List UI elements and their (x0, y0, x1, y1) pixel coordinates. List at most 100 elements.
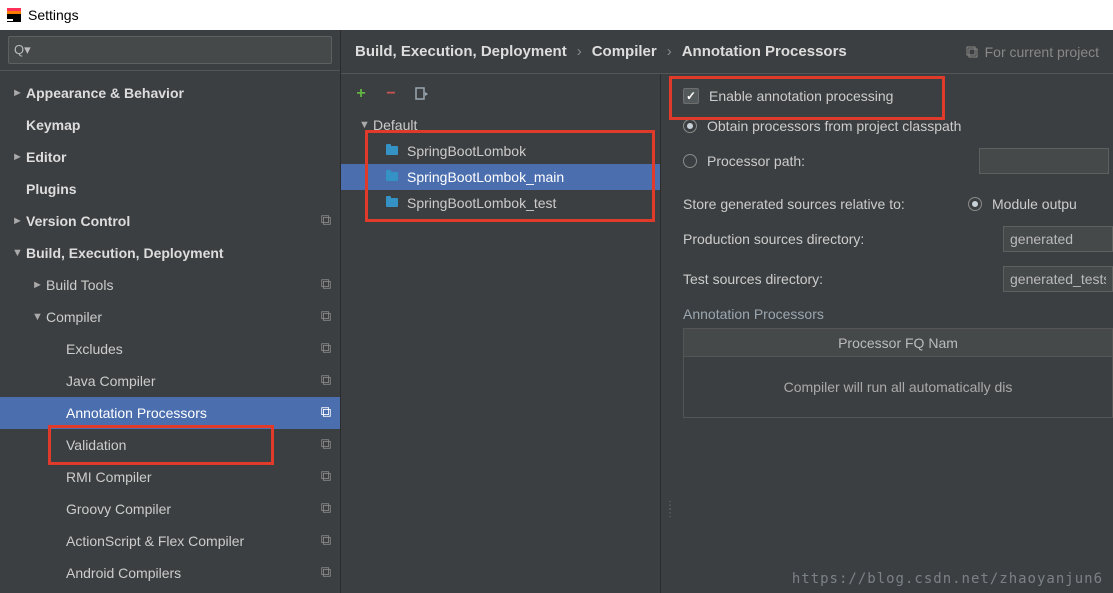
sidebar-item-rmi-compiler[interactable]: RMI Compiler (0, 461, 340, 493)
sidebar-item-actionscript-flex-compiler[interactable]: ActionScript & Flex Compiler (0, 525, 340, 557)
sidebar-item-label: Build, Execution, Deployment (26, 245, 332, 261)
sidebar-item-android-compilers[interactable]: Android Compilers (0, 557, 340, 589)
module-icon (385, 195, 401, 211)
store-relative-label: Store generated sources relative to: (683, 196, 958, 212)
obtain-from-classpath-label: Obtain processors from project classpath (707, 118, 961, 134)
profiles-toolbar: + − (341, 82, 660, 112)
app-icon (6, 7, 22, 23)
copy-icon (320, 310, 332, 325)
titlebar: Settings (0, 0, 1113, 30)
sidebar-item-label: Appearance & Behavior (26, 85, 332, 101)
profiles-panel: + − ▼ Default SpringBootLombok SpringBoot… (341, 74, 661, 593)
settings-sidebar: Q▾ ►Appearance & BehaviorKeymap►EditorPl… (0, 30, 341, 593)
module-output-radio[interactable] (968, 197, 982, 211)
sidebar-item-label: Android Compilers (66, 565, 320, 581)
settings-tree: ►Appearance & BehaviorKeymap►EditorPlugi… (0, 71, 340, 593)
sidebar-item-label: Build Tools (46, 277, 320, 293)
copy-icon (320, 342, 332, 357)
sidebar-item-label: RMI Compiler (66, 469, 320, 485)
sidebar-item-label: Groovy Compiler (66, 501, 320, 517)
obtain-from-classpath-radio[interactable] (683, 119, 697, 133)
sidebar-item-appearance-behavior[interactable]: ►Appearance & Behavior (0, 77, 340, 109)
move-to-profile-button[interactable] (413, 86, 429, 102)
breadcrumb-part[interactable]: Annotation Processors (682, 43, 847, 60)
search-input[interactable] (8, 36, 332, 64)
breadcrumb-part[interactable]: Compiler (592, 43, 657, 60)
copy-icon (320, 534, 332, 549)
chevron-icon: ▼ (12, 247, 26, 259)
add-profile-button[interactable]: + (353, 86, 369, 102)
sidebar-item-label: Java Compiler (66, 373, 320, 389)
sidebar-item-version-control[interactable]: ►Version Control (0, 205, 340, 237)
remove-profile-button[interactable]: − (383, 86, 399, 102)
sidebar-item-label: Version Control (26, 213, 320, 229)
sidebar-item-editor[interactable]: ►Editor (0, 141, 340, 173)
sidebar-item-label: Excludes (66, 341, 320, 357)
chevron-down-icon: ▼ (359, 119, 373, 131)
copy-icon (320, 278, 332, 293)
module-label: SpringBootLombok (407, 143, 526, 159)
copy-icon (965, 45, 979, 59)
processors-column-header[interactable]: Processor FQ Nam (684, 329, 1112, 357)
watermark: https://blog.csdn.net/zhaoyanjun6 (792, 571, 1103, 587)
sidebar-item-build-tools[interactable]: ►Build Tools (0, 269, 340, 301)
test-dir-input[interactable] (1003, 266, 1113, 292)
sidebar-item-label: ActionScript & Flex Compiler (66, 533, 320, 549)
sidebar-item-label: Editor (26, 149, 332, 165)
module-SpringBootLombok_test[interactable]: SpringBootLombok_test (341, 190, 660, 216)
module-icon (385, 169, 401, 185)
module-SpringBootLombok[interactable]: SpringBootLombok (341, 138, 660, 164)
copy-icon (320, 502, 332, 517)
chevron-icon: ► (12, 151, 26, 163)
sidebar-item-keymap[interactable]: Keymap (0, 109, 340, 141)
profile-default[interactable]: ▼ Default (341, 112, 660, 138)
copy-icon (320, 374, 332, 389)
sidebar-item-validation[interactable]: Validation (0, 429, 340, 461)
sidebar-item-label: Compiler (46, 309, 320, 325)
breadcrumb-part[interactable]: Build, Execution, Deployment (355, 43, 567, 60)
sidebar-item-java-compiler[interactable]: Java Compiler (0, 365, 340, 397)
sidebar-item-compiler[interactable]: ▼Compiler (0, 301, 340, 333)
sidebar-item-label: Plugins (26, 181, 332, 197)
sidebar-item-plugins[interactable]: Plugins (0, 173, 340, 205)
sidebar-item-groovy-compiler[interactable]: Groovy Compiler (0, 493, 340, 525)
chevron-icon: ► (32, 279, 46, 291)
processor-path-input[interactable] (979, 148, 1109, 174)
module-output-label: Module outpu (992, 196, 1077, 212)
chevron-icon: ► (12, 215, 26, 227)
project-scope-label: For current project (965, 44, 1099, 60)
breadcrumb: Build, Execution, Deployment › Compiler … (341, 30, 1113, 74)
processor-path-label: Processor path: (707, 153, 969, 169)
module-label: SpringBootLombok_test (407, 195, 556, 211)
module-label: SpringBootLombok_main (407, 169, 564, 185)
chevron-right-icon: › (667, 43, 672, 60)
copy-icon (320, 438, 332, 453)
sidebar-item-build-execution-deployment[interactable]: ▼Build, Execution, Deployment (0, 237, 340, 269)
module-icon (385, 143, 401, 159)
processors-empty-text: Compiler will run all automatically dis (684, 357, 1112, 417)
sidebar-item-excludes[interactable]: Excludes (0, 333, 340, 365)
processors-section-title: Annotation Processors (683, 306, 1113, 322)
resize-grip[interactable]: ⋮⋮⋮⋮⋮⋮ (661, 504, 675, 516)
sidebar-item-label: Annotation Processors (66, 405, 320, 421)
chevron-icon: ► (12, 87, 26, 99)
prod-dir-label: Production sources directory: (683, 231, 958, 247)
sidebar-item-label: Validation (66, 437, 320, 453)
copy-icon (320, 566, 332, 581)
chevron-right-icon: › (577, 43, 582, 60)
window-title: Settings (28, 7, 79, 23)
module-SpringBootLombok_main[interactable]: SpringBootLombok_main (341, 164, 660, 190)
profiles-tree: ▼ Default SpringBootLombok SpringBootLomb… (341, 112, 660, 216)
sidebar-item-label: Keymap (26, 117, 332, 133)
processor-path-radio[interactable] (683, 154, 697, 168)
copy-icon (320, 214, 332, 229)
enable-annotation-label: Enable annotation processing (709, 88, 893, 104)
copy-icon (320, 406, 332, 421)
test-dir-label: Test sources directory: (683, 271, 958, 287)
sidebar-item-annotation-processors[interactable]: Annotation Processors (0, 397, 340, 429)
processors-table: Processor FQ Nam Compiler will run all a… (683, 328, 1113, 418)
settings-panel: ⋮⋮⋮⋮⋮⋮ Enable annotation processing Obta… (661, 74, 1113, 593)
copy-icon (320, 470, 332, 485)
enable-annotation-checkbox[interactable] (683, 88, 699, 104)
prod-dir-input[interactable] (1003, 226, 1113, 252)
